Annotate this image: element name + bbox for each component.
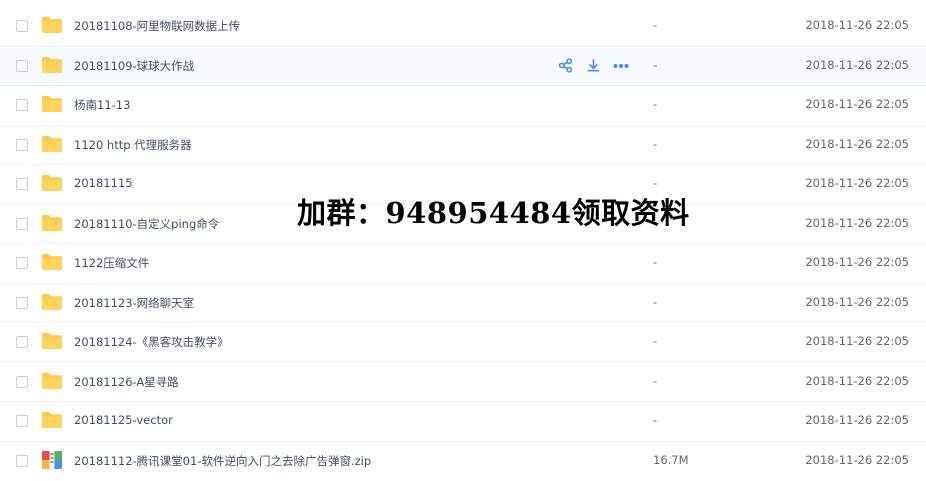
file-size: -: [653, 18, 657, 32]
folder-icon: [41, 411, 63, 429]
share-icon[interactable]: [556, 58, 574, 74]
row-checkbox[interactable]: [16, 20, 28, 32]
file-name-link[interactable]: 20181110-自定义ping命令: [74, 216, 219, 232]
row-checkbox[interactable]: [16, 257, 28, 269]
modified-date: 2018-11-26 22:05: [805, 295, 909, 309]
file-size: -: [653, 295, 657, 309]
file-name-link[interactable]: 20181123-网络聊天室: [74, 295, 194, 311]
file-row[interactable]: 1122压缩文件 - 2018-11-26 22:05: [0, 244, 926, 284]
file-size: -: [653, 255, 657, 269]
row-checkbox[interactable]: [16, 336, 28, 348]
row-checkbox[interactable]: [16, 139, 28, 151]
file-name-link[interactable]: 20181125-vector: [74, 413, 173, 427]
file-size: -: [653, 137, 657, 151]
watermark-overlay-text: 加群：948954484领取资料: [297, 193, 690, 233]
row-checkbox[interactable]: [16, 218, 28, 230]
folder-icon: [41, 332, 63, 350]
modified-date: 2018-11-26 22:05: [805, 97, 909, 111]
row-actions: [556, 58, 630, 74]
file-list: 20181108-阿里物联网数据上传-2018-11-26 22:0520181…: [0, 7, 926, 481]
row-checkbox[interactable]: [16, 178, 28, 190]
folder-icon: [41, 174, 63, 192]
modified-date: 2018-11-26 22:05: [805, 413, 909, 427]
file-row[interactable]: 20181108-阿里物联网数据上传 - 2018-11-26 22:05: [0, 7, 926, 47]
file-name-link[interactable]: 20181115: [74, 176, 133, 190]
row-checkbox[interactable]: [16, 99, 28, 111]
folder-icon: [41, 293, 63, 311]
file-name-link[interactable]: 1120 http 代理服务器: [74, 137, 192, 153]
file-size: -: [653, 97, 657, 111]
folder-icon: [41, 372, 63, 390]
row-checkbox[interactable]: [16, 455, 28, 467]
file-size: -: [653, 334, 657, 348]
file-name-link[interactable]: 20181108-阿里物联网数据上传: [74, 18, 240, 34]
folder-icon: [41, 214, 63, 232]
file-row[interactable]: 20181124-《黑客攻击教学》 - 2018-11-26 22:05: [0, 323, 926, 363]
file-row[interactable]: 20181112-腾讯课堂01-软件逆向入门之去除广告弹窗.zip 16.7M 20…: [0, 442, 926, 481]
file-size: -: [653, 413, 657, 427]
row-checkbox[interactable]: [16, 415, 28, 427]
file-name-link[interactable]: 20181124-《黑客攻击教学》: [74, 334, 229, 350]
file-row[interactable]: 杨南11-13 - 2018-11-26 22:05: [0, 86, 926, 126]
row-checkbox[interactable]: [16, 60, 28, 72]
modified-date: 2018-11-26 22:05: [805, 374, 909, 388]
download-icon[interactable]: [584, 58, 602, 74]
folder-icon: [41, 253, 63, 271]
row-checkbox[interactable]: [16, 297, 28, 309]
file-size: -: [653, 58, 657, 72]
modified-date: 2018-11-26 22:05: [805, 255, 909, 269]
file-row[interactable]: 1120 http 代理服务器 - 2018-11-26 22:05: [0, 126, 926, 166]
file-name-link[interactable]: 杨南11-13: [74, 97, 130, 113]
folder-icon: [41, 135, 63, 153]
row-checkbox[interactable]: [16, 376, 28, 388]
folder-icon: [41, 16, 63, 34]
modified-date: 2018-11-26 22:05: [805, 18, 909, 32]
modified-date: 2018-11-26 22:05: [805, 137, 909, 151]
modified-date: 2018-11-26 22:05: [805, 176, 909, 190]
file-row[interactable]: 20181123-网络聊天室 - 2018-11-26 22:05: [0, 284, 926, 324]
file-row[interactable]: 20181125-vector - 2018-11-26 22:05: [0, 402, 926, 442]
file-name-link[interactable]: 1122压缩文件: [74, 255, 149, 271]
modified-date: 2018-11-26 22:05: [805, 334, 909, 348]
file-size: -: [653, 176, 657, 190]
folder-icon: [41, 95, 63, 113]
file-size: -: [653, 374, 657, 388]
modified-date: 2018-11-26 22:05: [805, 216, 909, 230]
file-size: 16.7M: [653, 453, 689, 467]
folder-icon: [41, 56, 63, 74]
modified-date: 2018-11-26 22:05: [805, 58, 909, 72]
file-name-link[interactable]: 20181112-腾讯课堂01-软件逆向入门之去除广告弹窗.zip: [74, 453, 371, 469]
file-name-link[interactable]: 20181126-A星寻路: [74, 374, 179, 390]
modified-date: 2018-11-26 22:05: [805, 453, 909, 467]
file-name-link[interactable]: 20181109-球球大作战: [74, 58, 194, 74]
zip-archive-icon: [41, 450, 63, 468]
file-row[interactable]: 20181126-A星寻路 - 2018-11-26 22:05: [0, 363, 926, 403]
more-icon[interactable]: [612, 58, 630, 74]
file-row[interactable]: 20181109-球球大作战 - 2018-11-26 22:05: [0, 47, 926, 87]
